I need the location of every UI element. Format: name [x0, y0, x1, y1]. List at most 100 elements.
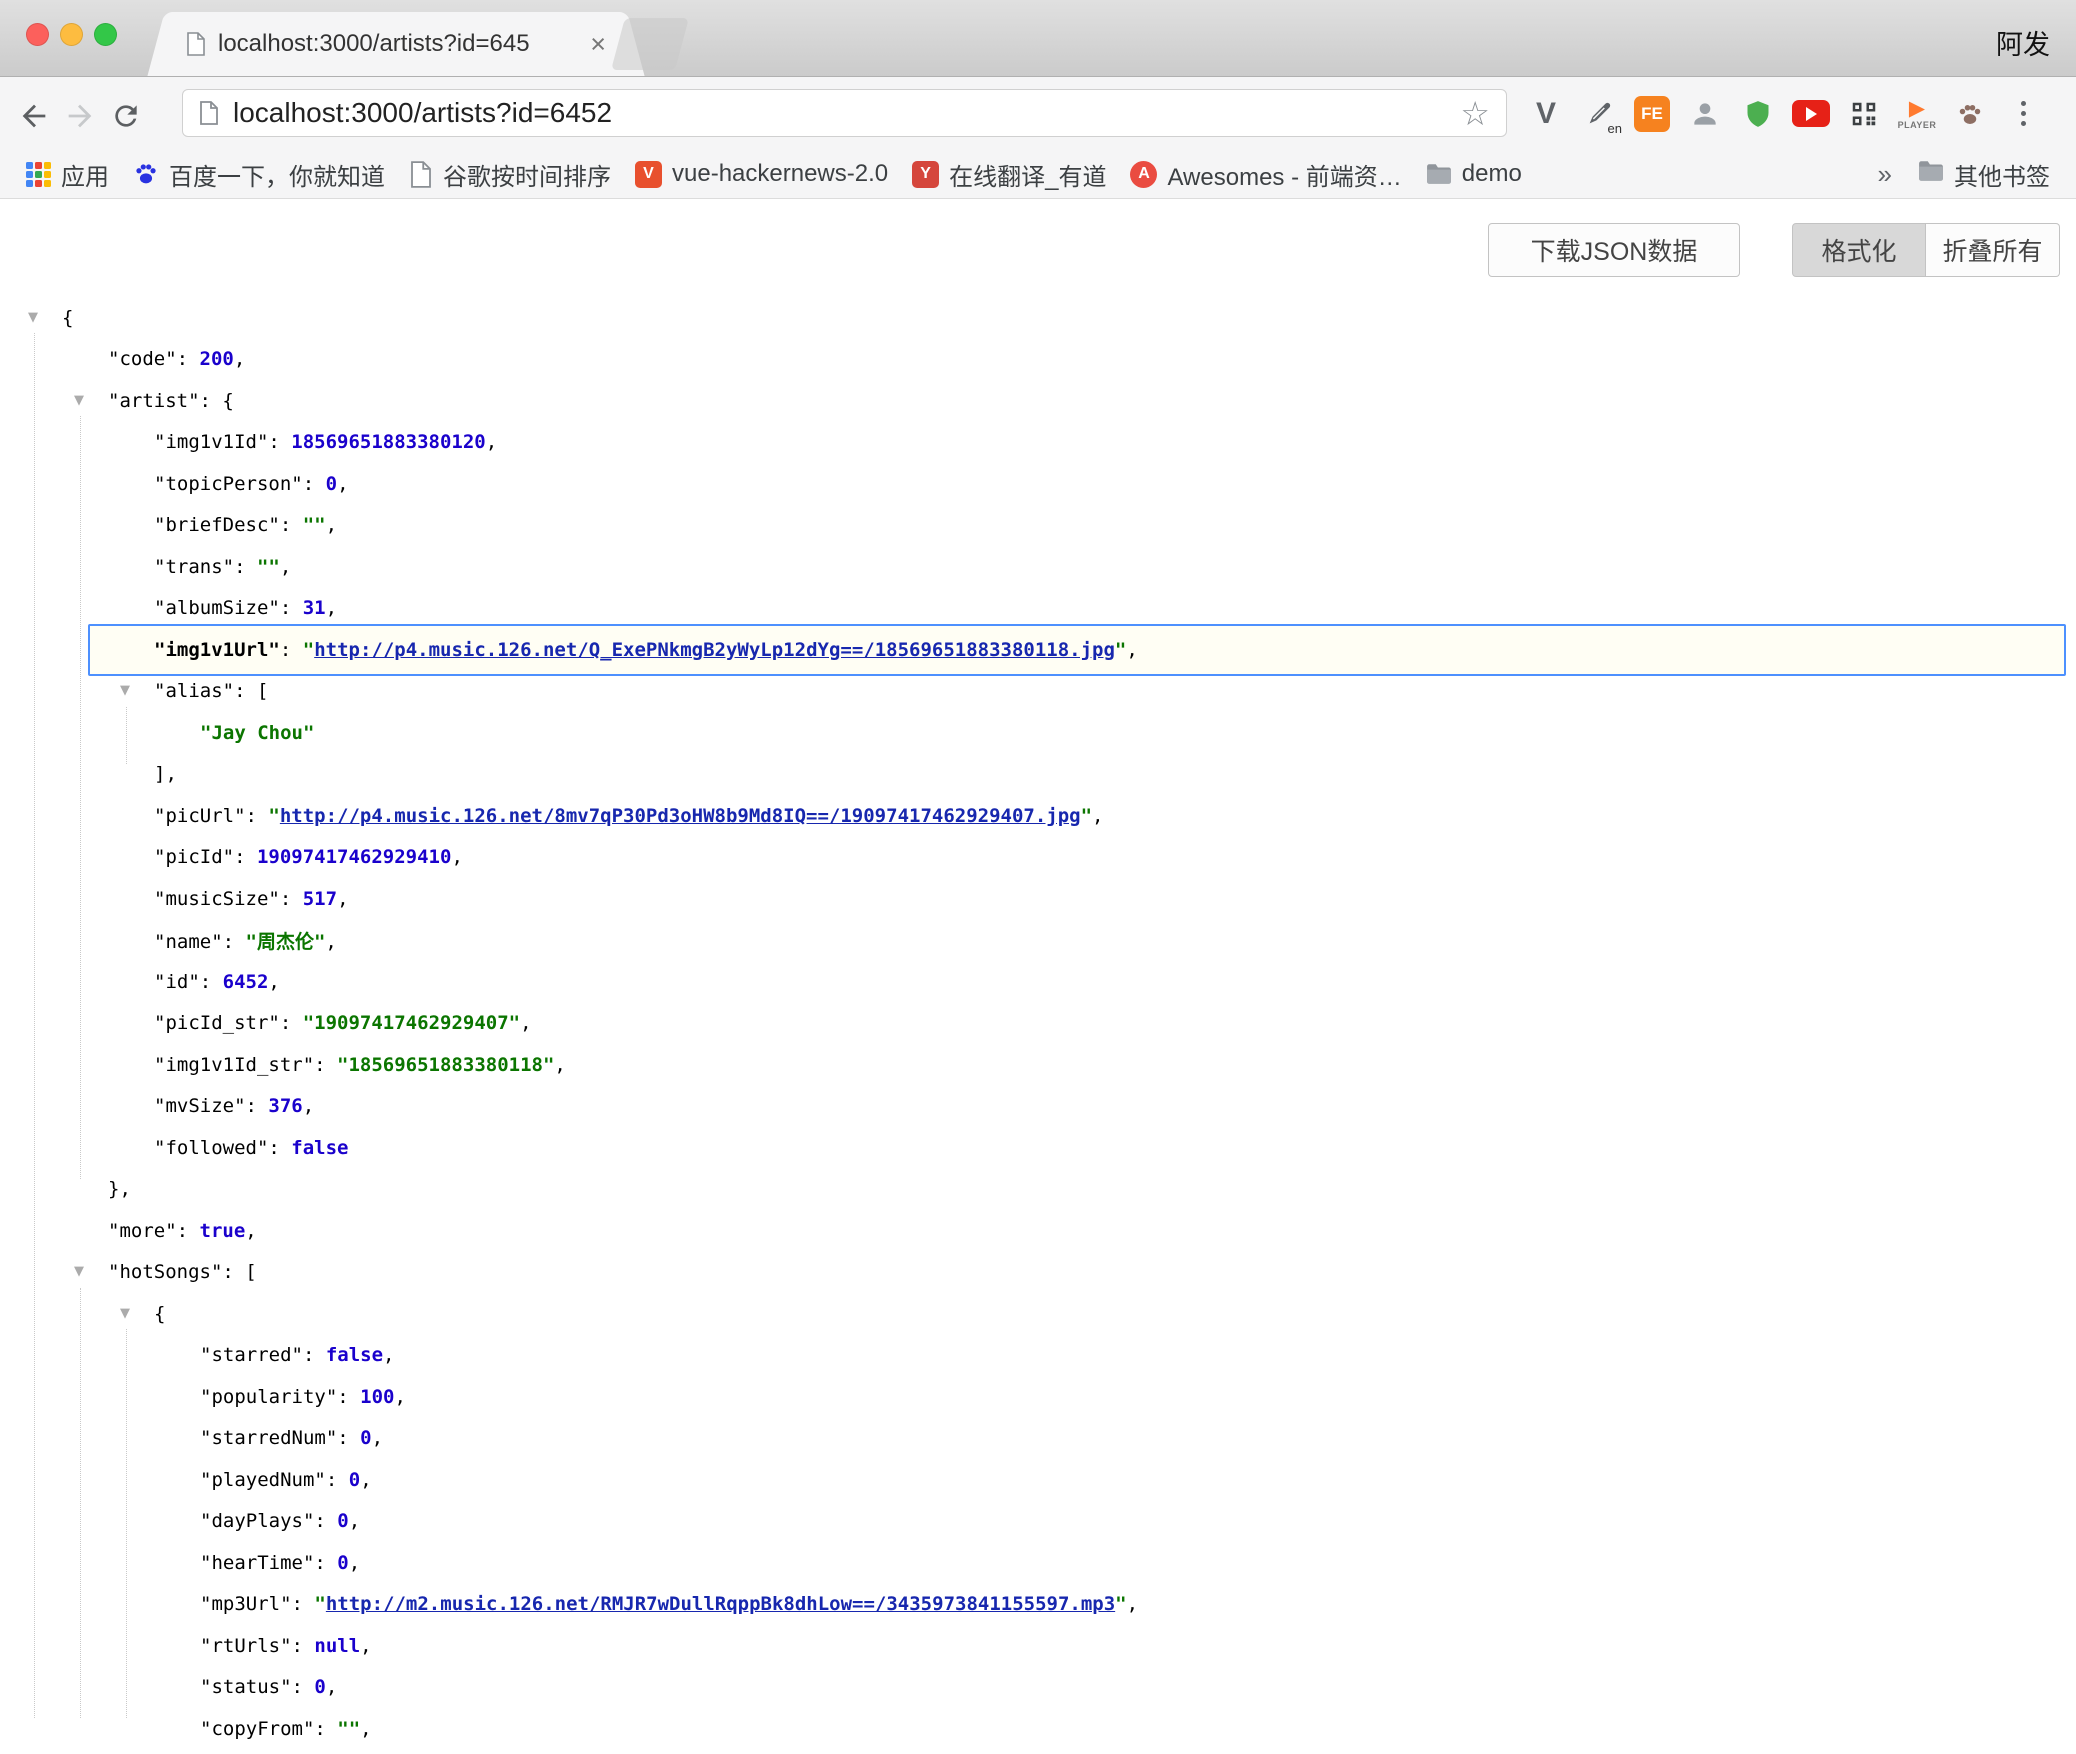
collapse-all-button[interactable]: 折叠所有 — [1926, 223, 2060, 277]
json-line: ▼{ — [0, 297, 2076, 339]
bookmark-item[interactable]: demo — [1414, 157, 1534, 191]
json-line: "code": 200, — [0, 339, 2076, 381]
json-token: "18569651883380118" — [337, 1054, 554, 1076]
collapse-toggle-icon[interactable]: ▼ — [74, 1264, 84, 1279]
bookmark-label: 在线翻译_有道 — [949, 157, 1106, 192]
player-icon[interactable]: ▶PLAYER — [1897, 94, 1937, 134]
bookmark-label: vue-hackernews-2.0 — [672, 160, 888, 188]
json-token: 6452 — [223, 971, 269, 993]
awesomes-icon: A — [1130, 161, 1157, 188]
vue-icon: V — [635, 161, 662, 188]
back-button[interactable] — [14, 96, 54, 136]
json-token: , — [337, 888, 348, 910]
json-line: "picId_str": "19097417462929407", — [0, 1003, 2076, 1045]
json-url-link[interactable]: http://m2.music.126.net/RMJR7wDullRqppBk… — [326, 1593, 1115, 1615]
json-line: "starredNum": 0, — [0, 1418, 2076, 1460]
minimize-window-button[interactable] — [60, 23, 83, 46]
json-line: "status": 0, — [0, 1667, 2076, 1709]
collapse-toggle-icon[interactable]: ▼ — [120, 1306, 130, 1321]
bookmark-item[interactable]: Vvue-hackernews-2.0 — [623, 157, 900, 191]
menu-icon[interactable] — [2003, 94, 2043, 134]
json-token: "dayPlays" — [200, 1510, 314, 1532]
fe-icon[interactable]: FE — [1632, 94, 1672, 134]
paw-icon[interactable] — [1950, 94, 1990, 134]
json-line: "more": true, — [0, 1210, 2076, 1252]
json-token: , — [349, 1510, 360, 1532]
youtube-icon[interactable] — [1791, 94, 1831, 134]
json-token: "popularity" — [200, 1386, 337, 1408]
address-bar[interactable]: localhost:3000/artists?id=6452 ☆ — [182, 89, 1507, 137]
qr-code-icon[interactable] — [1844, 94, 1884, 134]
new-tab-button[interactable] — [611, 18, 689, 70]
json-token: 517 — [303, 888, 337, 910]
bookmark-item[interactable]: 谷歌按时间排序 — [397, 154, 623, 195]
format-button[interactable]: 格式化 — [1792, 223, 1926, 277]
collapse-toggle-icon[interactable]: ▼ — [28, 310, 38, 325]
download-json-button[interactable]: 下载JSON数据 — [1488, 223, 1740, 277]
json-token: }, — [108, 1178, 131, 1200]
youdao-icon: Y — [912, 161, 939, 188]
bookmark-star-icon[interactable]: ☆ — [1460, 97, 1490, 130]
json-line: "trans": "", — [0, 546, 2076, 588]
json-token: : — [314, 1552, 337, 1574]
json-token: " — [268, 805, 279, 827]
json-token: : — [268, 431, 291, 453]
bookmark-item[interactable]: 百度一下，你就知道 — [121, 154, 397, 195]
json-token: "" — [337, 1718, 360, 1740]
json-token: "rtUrls" — [200, 1635, 292, 1657]
json-url-link[interactable]: http://p4.music.126.net/Q_ExePNkmgB2yWyL… — [314, 639, 1115, 661]
json-token: , — [383, 1344, 394, 1366]
json-token: "more" — [108, 1220, 177, 1242]
collapse-toggle-icon[interactable]: ▼ — [120, 683, 130, 698]
bookmarks-overflow-chevron[interactable]: » — [1864, 159, 1906, 190]
other-bookmarks-label: 其他书签 — [1954, 157, 2050, 192]
json-token: "picId" — [154, 846, 234, 868]
json-token: "briefDesc" — [154, 514, 280, 536]
tab-close-icon[interactable]: × — [590, 31, 606, 58]
translate-pen-icon[interactable]: en — [1579, 94, 1619, 134]
zoom-window-button[interactable] — [94, 23, 117, 46]
json-line: "briefDesc": "", — [0, 505, 2076, 547]
bookmark-item[interactable]: AAwesomes - 前端资… — [1118, 154, 1413, 195]
json-token: : — [292, 1676, 315, 1698]
contact-icon[interactable] — [1685, 94, 1725, 134]
json-token: false — [326, 1344, 383, 1366]
forward-button[interactable] — [60, 96, 100, 136]
json-line: "img1v1Url": "http://p4.music.126.net/Q_… — [0, 629, 2076, 671]
json-line: ▼"hotSongs": [ — [0, 1252, 2076, 1294]
json-token: " — [1081, 805, 1092, 827]
json-token: { — [154, 1303, 165, 1325]
apps-grid-icon — [26, 162, 51, 187]
json-token: : — [268, 1137, 291, 1159]
collapse-toggle-icon[interactable]: ▼ — [74, 393, 84, 408]
bookmark-item[interactable]: Y 在线翻译_有道 — [900, 154, 1118, 195]
json-line: ], — [0, 754, 2076, 796]
json-token: 19097417462929410 — [257, 846, 451, 868]
folder-icon — [1426, 163, 1452, 185]
json-token: "trans" — [154, 556, 234, 578]
json-token: 0 — [326, 473, 337, 495]
json-url-link[interactable]: http://p4.music.126.net/8mv7qP30Pd3oHW8b… — [280, 805, 1081, 827]
json-token: : — [222, 1261, 245, 1283]
page-favicon-icon — [186, 32, 206, 56]
json-token: " — [303, 639, 314, 661]
json-token: : — [292, 1593, 315, 1615]
reload-button[interactable] — [106, 96, 146, 136]
page-security-icon[interactable] — [199, 101, 219, 125]
vimium-icon[interactable]: V — [1526, 94, 1566, 134]
bookmark-label: 应用 — [61, 157, 109, 192]
close-window-button[interactable] — [26, 23, 49, 46]
json-token: "picUrl" — [154, 805, 246, 827]
folder-icon — [1918, 160, 1944, 189]
json-token: , — [337, 473, 348, 495]
browser-tab[interactable]: localhost:3000/artists?id=645 × — [168, 12, 624, 76]
json-token: "hotSongs" — [108, 1261, 222, 1283]
other-bookmarks-folder[interactable]: 其他书签 — [1906, 154, 2062, 195]
bookmark-item[interactable]: 应用 — [14, 154, 121, 195]
json-token: 0 — [337, 1552, 348, 1574]
json-token: "19097417462929407" — [303, 1012, 520, 1034]
shield-icon[interactable] — [1738, 94, 1778, 134]
json-token: , — [360, 1635, 371, 1657]
json-token: "followed" — [154, 1137, 268, 1159]
json-token: "周杰伦" — [246, 931, 326, 953]
